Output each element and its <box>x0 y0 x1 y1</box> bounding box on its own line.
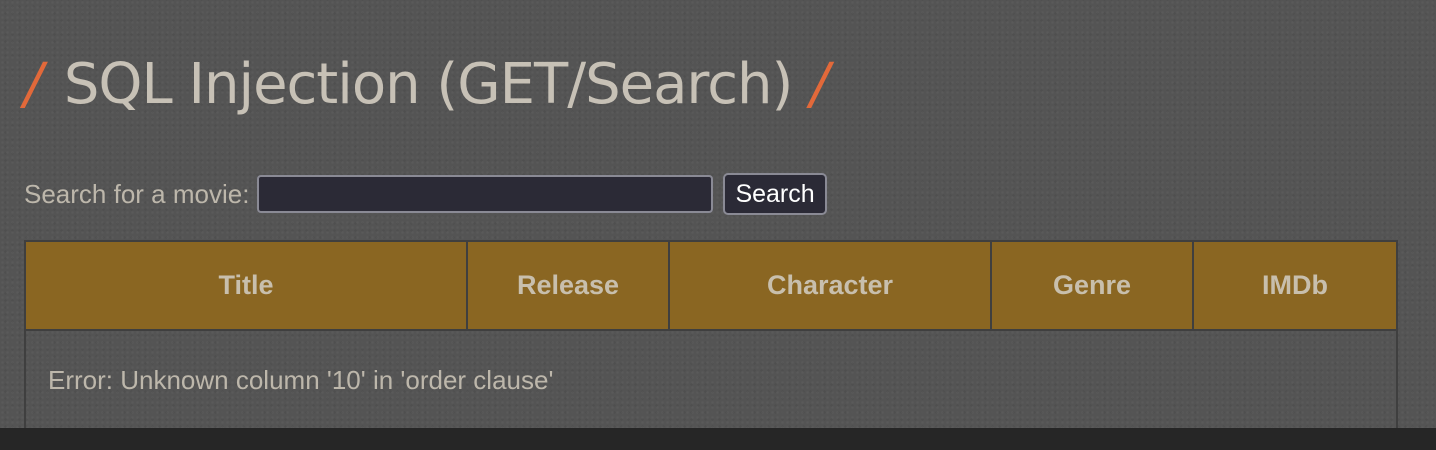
bottom-bar <box>0 428 1436 450</box>
column-header-title: Title <box>24 240 468 331</box>
column-header-release: Release <box>466 240 670 331</box>
search-label: Search for a movie: <box>24 178 250 209</box>
search-input[interactable] <box>257 175 714 213</box>
search-button[interactable]: Search <box>723 173 827 215</box>
column-header-character: Character <box>668 240 992 331</box>
right-slash-decoration: / <box>810 52 829 117</box>
results-table: Title Release Character Genre IMDb Error… <box>24 240 1398 430</box>
page-title: / SQL Injection (GET/Search) / <box>24 40 829 130</box>
search-form: Search for a movie: Search <box>24 172 827 216</box>
table-header-row: Title Release Character Genre IMDb <box>24 240 1398 331</box>
table-row: Error: Unknown column '10' in 'order cla… <box>24 329 1398 430</box>
column-header-imdb: IMDb <box>1192 240 1398 331</box>
page-title-text: SQL Injection (GET/Search) <box>63 52 793 117</box>
column-header-genre: Genre <box>990 240 1194 331</box>
left-slash-decoration: / <box>24 52 43 117</box>
error-message: Error: Unknown column '10' in 'order cla… <box>24 329 1398 430</box>
